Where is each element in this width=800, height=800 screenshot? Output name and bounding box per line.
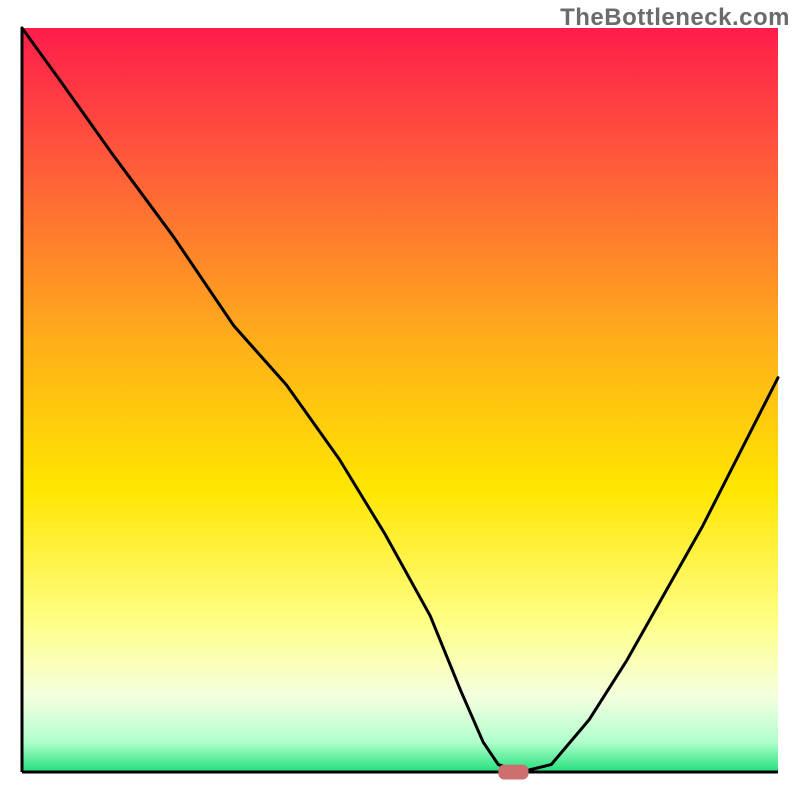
plot-background [22,28,778,772]
bottleneck-chart [0,0,800,800]
optimal-marker [498,765,528,780]
